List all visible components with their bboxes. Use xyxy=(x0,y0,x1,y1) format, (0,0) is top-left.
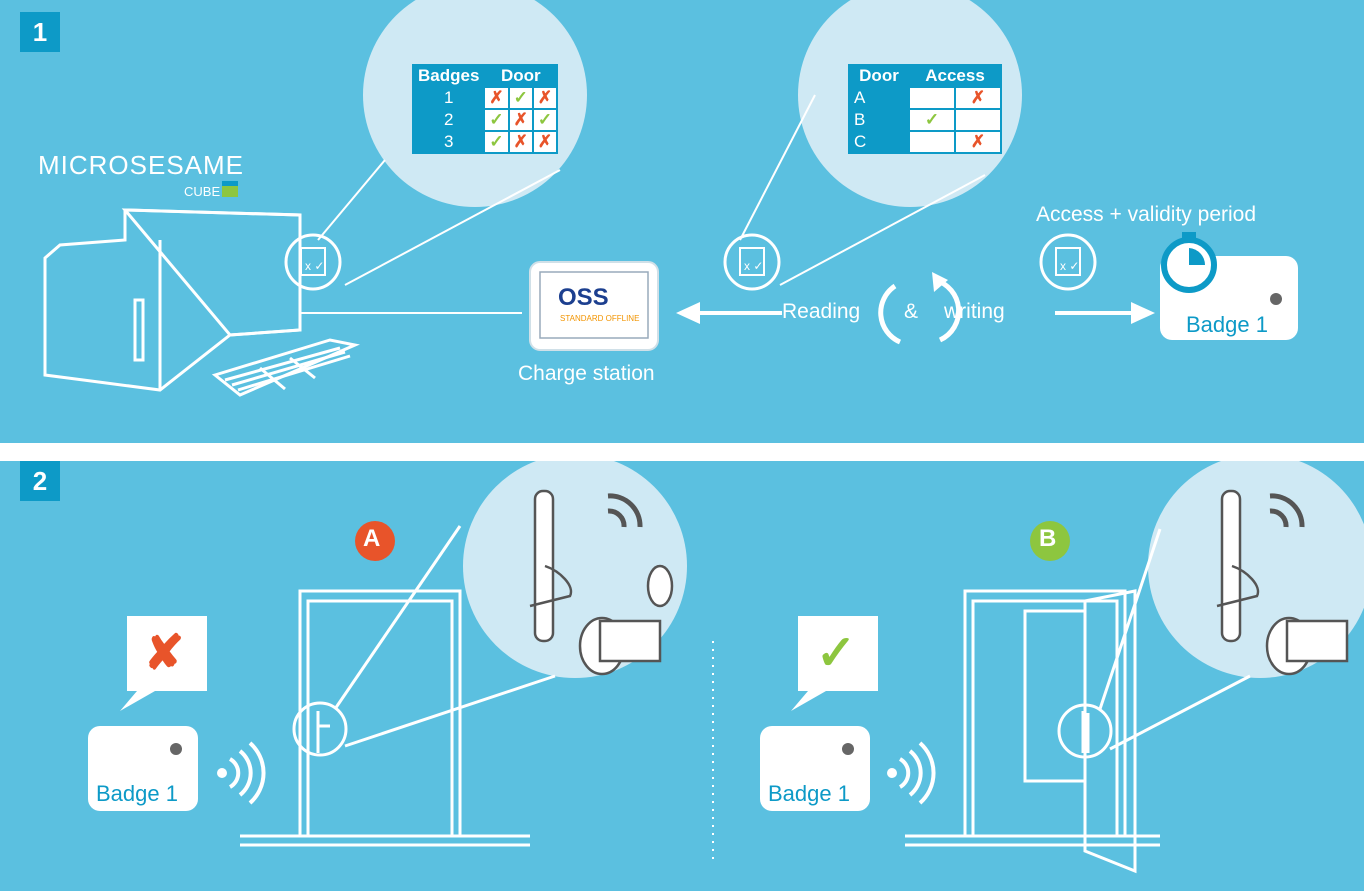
nfc-signal-icon-left xyxy=(217,741,266,805)
cell: ✗ xyxy=(954,130,1002,154)
door-access-table: Door Access A ✗ B ✓ C ✗ xyxy=(848,64,1002,154)
step-2-number: 2 xyxy=(20,461,60,501)
svg-text:x ✓: x ✓ xyxy=(305,259,324,273)
badge-1-left-label: Badge 1 xyxy=(96,781,178,806)
cell: ✗ xyxy=(507,108,534,132)
door-header: Door xyxy=(483,64,559,88)
door-a-label: A xyxy=(363,525,381,552)
ampersand-label: & xyxy=(904,300,919,323)
deny-x-icon: ✘ xyxy=(144,627,185,680)
cell xyxy=(908,130,956,154)
badges-header: Badges xyxy=(411,64,486,88)
cell: ✗ xyxy=(483,86,510,110)
table-row: B ✓ xyxy=(848,108,1002,132)
row-id: 2 xyxy=(411,108,486,132)
charge-station-label: Charge station xyxy=(518,362,655,385)
row-id: B xyxy=(848,108,910,132)
cell xyxy=(954,108,1002,132)
row-id: C xyxy=(848,130,910,154)
allow-check-icon: ✓ xyxy=(816,627,857,680)
document-check-icon-1: x ✓ xyxy=(284,233,342,291)
step-2-panel: 2 A B ✘ ✓ Badge 1 Badge 1 xyxy=(0,461,1364,891)
badge-1-label: Badge 1 xyxy=(1186,312,1268,337)
table-row: C ✗ xyxy=(848,130,1002,154)
oss-logo-subtitle: STANDARD OFFLINE xyxy=(560,314,640,323)
oss-logo: OSS xyxy=(558,284,609,311)
cell xyxy=(908,86,956,110)
cell: ✓ xyxy=(507,86,534,110)
cell: ✓ xyxy=(531,108,559,132)
cube-logo-label: CUBE xyxy=(184,184,221,199)
svg-text:x ✓: x ✓ xyxy=(744,259,763,273)
badges-door-table: Badges Door 1 ✗ ✓ ✗ 2 ✓ ✗ ✓ 3 ✓ ✗ ✗ xyxy=(411,64,559,154)
computer-icon xyxy=(43,208,360,397)
row-id: 1 xyxy=(411,86,486,110)
step-1-panel: 1 x ✓ x ✓ x ✓ Badges Door 1 ✗ ✓ ✗ 2 ✓ ✗ … xyxy=(0,0,1364,443)
cell: ✓ xyxy=(908,108,956,132)
reading-label: Reading xyxy=(782,300,861,323)
cell: ✗ xyxy=(507,130,534,154)
document-check-icon-3: x ✓ xyxy=(1039,233,1097,291)
door-header: Door xyxy=(848,64,910,88)
cube-icon xyxy=(222,181,238,197)
cell: ✓ xyxy=(483,108,510,132)
row-id: A xyxy=(848,86,910,110)
table-row: 1 ✗ ✓ ✗ xyxy=(411,86,559,110)
panel-2-graphics xyxy=(88,461,1364,874)
cell: ✗ xyxy=(954,86,1002,110)
door-b-label: B xyxy=(1039,525,1057,552)
table-row: 2 ✓ ✗ ✓ xyxy=(411,108,559,132)
table-row: 3 ✓ ✗ ✗ xyxy=(411,130,559,154)
microsesame-logo: MICROSESAME xyxy=(38,150,245,180)
row-id: 3 xyxy=(411,130,486,154)
badge-1-right-label: Badge 1 xyxy=(768,781,850,806)
access-header: Access xyxy=(908,64,1002,88)
nfc-signal-icon-right xyxy=(887,741,936,805)
step-1-number: 1 xyxy=(20,12,60,52)
cell: ✗ xyxy=(531,86,559,110)
cell: ✗ xyxy=(531,130,559,154)
document-check-icon-2: x ✓ xyxy=(723,233,781,291)
writing-label: writing xyxy=(944,300,1005,323)
access-validity-label: Access + validity period xyxy=(1036,203,1257,226)
svg-text:x ✓: x ✓ xyxy=(1060,259,1079,273)
table-row: A ✗ xyxy=(848,86,1002,110)
cell: ✓ xyxy=(483,130,510,154)
